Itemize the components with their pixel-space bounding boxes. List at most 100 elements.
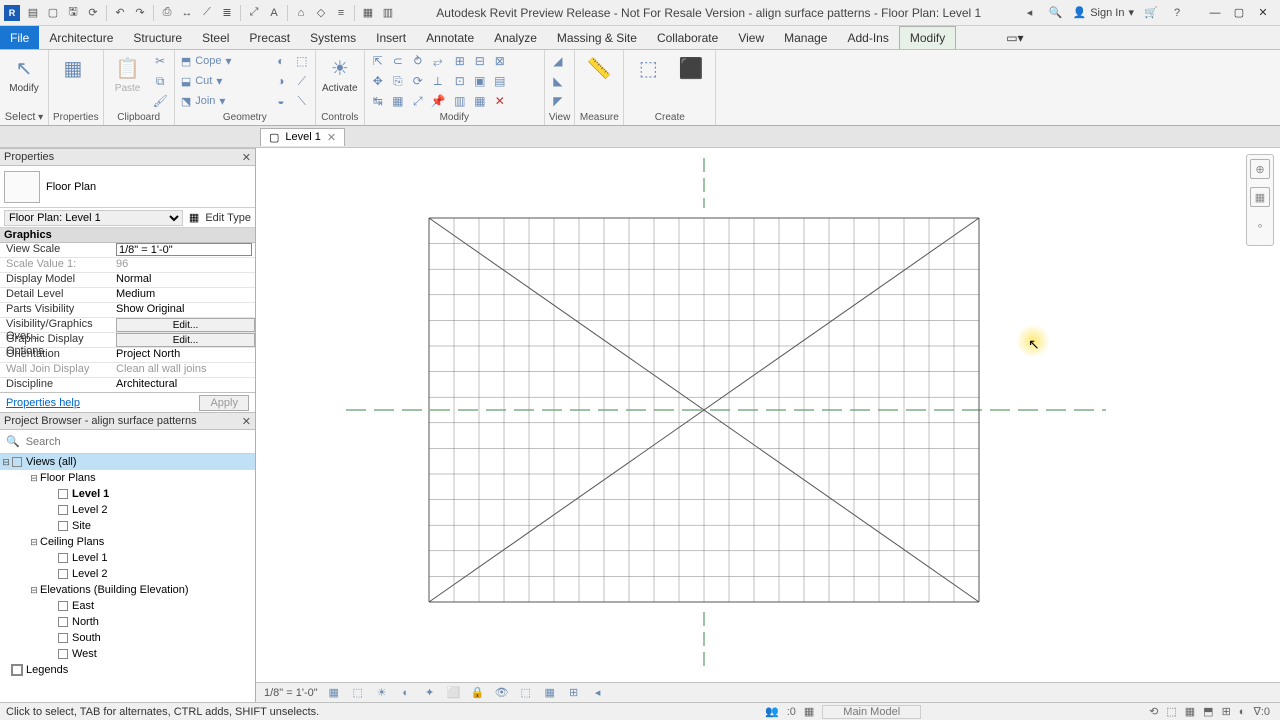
search-icon[interactable]: 🔍: [1047, 4, 1065, 22]
main-model-dropdown[interactable]: Main Model: [822, 705, 921, 719]
geom-btn-3[interactable]: ◒: [272, 92, 290, 110]
cope-button[interactable]: ⬒Cope ▾: [179, 52, 269, 70]
qat-3d-icon[interactable]: ⌂: [292, 4, 310, 22]
help-icon[interactable]: ?: [1168, 4, 1186, 22]
tab-modify[interactable]: Modify: [899, 26, 956, 49]
vg-edit-button[interactable]: Edit...: [116, 318, 255, 332]
tab-steel[interactable]: Steel: [192, 26, 239, 49]
qat-section-icon[interactable]: ◇: [312, 4, 330, 22]
tree-elevations[interactable]: ⊟Elevations (Building Elevation): [0, 582, 255, 598]
nav-left-icon[interactable]: ◂: [1021, 4, 1039, 22]
sb-icon-6[interactable]: ◐: [1239, 706, 1246, 718]
geom-btn-1[interactable]: ◐: [272, 52, 290, 70]
tab-structure[interactable]: Structure: [123, 26, 192, 49]
tab-systems[interactable]: Systems: [300, 26, 366, 49]
doc-tab-close-icon[interactable]: ✕: [327, 131, 336, 144]
mod-c2[interactable]: ▦: [471, 92, 489, 110]
tree-el-south[interactable]: South: [0, 630, 255, 646]
tab-manage[interactable]: Manage: [774, 26, 837, 49]
vb-analytic-icon[interactable]: ⊞: [566, 685, 582, 701]
vb-sun-icon[interactable]: ☀: [374, 685, 390, 701]
mod-a1[interactable]: ⊞: [451, 52, 469, 70]
vb-detail-icon[interactable]: ▦: [326, 685, 342, 701]
tree-fp-level1[interactable]: Level 1: [0, 486, 255, 502]
split-button[interactable]: ↹: [369, 92, 387, 110]
exchange-icon[interactable]: 🛒: [1142, 4, 1160, 22]
tree-views-all[interactable]: ⊟Views (all): [0, 454, 255, 470]
maximize-button[interactable]: ▢: [1228, 4, 1250, 22]
apply-button[interactable]: Apply: [199, 395, 249, 411]
close-window-button[interactable]: ✕: [1252, 4, 1274, 22]
tree-cp-level1[interactable]: Level 1: [0, 550, 255, 566]
scale-label[interactable]: 1/8" = 1'-0": [264, 687, 318, 699]
group-graphics[interactable]: Graphics: [0, 228, 255, 243]
vb-hide-icon[interactable]: 👁: [494, 685, 510, 701]
create-button-2[interactable]: ⬛: [671, 52, 711, 81]
qat-open-icon[interactable]: ▢: [44, 4, 62, 22]
qat-text-icon[interactable]: A: [265, 4, 283, 22]
instance-dropdown[interactable]: Floor Plan: Level 1: [4, 210, 183, 226]
properties-close-icon[interactable]: ✕: [242, 151, 251, 164]
tab-view[interactable]: View: [728, 26, 774, 49]
mod-a3[interactable]: ⊠: [491, 52, 509, 70]
tree-el-north[interactable]: North: [0, 614, 255, 630]
parts-vis-value[interactable]: Show Original: [112, 303, 255, 317]
create-button[interactable]: ⬚: [628, 52, 668, 81]
tab-file[interactable]: File: [0, 26, 39, 49]
geom-btn-5[interactable]: ⟋: [293, 72, 311, 90]
qat-sync-icon[interactable]: ⟳: [84, 4, 102, 22]
align-button[interactable]: ⇱: [369, 52, 387, 70]
qat-measure-icon[interactable]: ⟋: [198, 4, 216, 22]
pb-close-icon[interactable]: ✕: [242, 415, 251, 428]
qat-tag-icon[interactable]: ⤢: [245, 4, 263, 22]
full-nav-icon[interactable]: ⊕: [1250, 159, 1270, 179]
qat-close-icon[interactable]: ▦: [359, 4, 377, 22]
editable-icon[interactable]: ▦: [804, 705, 814, 718]
sb-icon-5[interactable]: ⊞: [1222, 705, 1231, 718]
tab-annotate[interactable]: Annotate: [416, 26, 484, 49]
tab-analyze[interactable]: Analyze: [484, 26, 547, 49]
pb-search-input[interactable]: [26, 436, 249, 448]
qat-undo-icon[interactable]: ↶: [111, 4, 129, 22]
zoom-icon[interactable]: ▦: [1250, 187, 1270, 207]
array-button[interactable]: ▦: [389, 92, 407, 110]
tree-ceiling-plans[interactable]: ⊟Ceiling Plans: [0, 534, 255, 550]
worksets-icon[interactable]: 👥: [765, 705, 779, 718]
ribbon-collapse-icon[interactable]: ▭▾: [996, 26, 1033, 49]
properties-help-link[interactable]: Properties help: [6, 397, 80, 409]
join-button[interactable]: ⬔Join ▾: [179, 92, 269, 110]
view-a[interactable]: ◢: [549, 52, 567, 70]
pan-icon[interactable]: ∘: [1250, 215, 1270, 235]
minimize-button[interactable]: —: [1204, 4, 1226, 22]
cut-geom-button[interactable]: ⬓Cut ▾: [179, 72, 269, 90]
tree-el-west[interactable]: West: [0, 646, 255, 662]
properties-panel-header[interactable]: Properties ✕: [0, 148, 255, 166]
vb-back-icon[interactable]: ◂: [590, 685, 606, 701]
drawing-canvas[interactable]: ⊕ ▦ ∘ ↖ 1/8" = 1'-0" ▦ ⬚ ☀ ◐ ✦ ⬜ 🔒 👁 ⬚ ▦…: [256, 148, 1280, 702]
qat-align-icon[interactable]: ≣: [218, 4, 236, 22]
match-button[interactable]: 🖌: [151, 92, 170, 110]
vb-render-icon[interactable]: ✦: [422, 685, 438, 701]
geom-btn-6[interactable]: ⟍: [293, 92, 311, 110]
qat-redo-icon[interactable]: ↷: [131, 4, 149, 22]
mirror-axis-button[interactable]: ⥁: [409, 52, 427, 70]
tab-precast[interactable]: Precast: [239, 26, 300, 49]
mod-b2[interactable]: ▣: [471, 72, 489, 90]
vb-reveal-icon[interactable]: ⬚: [518, 685, 534, 701]
trim-button[interactable]: ⟂: [429, 72, 447, 90]
mod-b1[interactable]: ⊡: [451, 72, 469, 90]
delete-button[interactable]: ✕: [491, 92, 509, 110]
document-tab[interactable]: ▢ Level 1 ✕: [260, 128, 345, 146]
vb-model-icon[interactable]: ⬚: [350, 685, 366, 701]
discipline-value[interactable]: Architectural: [112, 378, 255, 392]
qat-thin-icon[interactable]: ≡: [332, 4, 350, 22]
vb-temp-icon[interactable]: ▦: [542, 685, 558, 701]
paste-button[interactable]: 📋Paste: [108, 52, 148, 94]
tab-architecture[interactable]: Architecture: [39, 26, 123, 49]
sb-icon-3[interactable]: ▦: [1185, 705, 1195, 718]
qat-home-icon[interactable]: ▤: [24, 4, 42, 22]
tab-collaborate[interactable]: Collaborate: [647, 26, 728, 49]
edit-type-button[interactable]: Edit Type: [205, 212, 251, 224]
copy-clip-button[interactable]: ⧉: [151, 72, 170, 90]
modify-tool-button[interactable]: ↖Modify: [4, 52, 44, 94]
